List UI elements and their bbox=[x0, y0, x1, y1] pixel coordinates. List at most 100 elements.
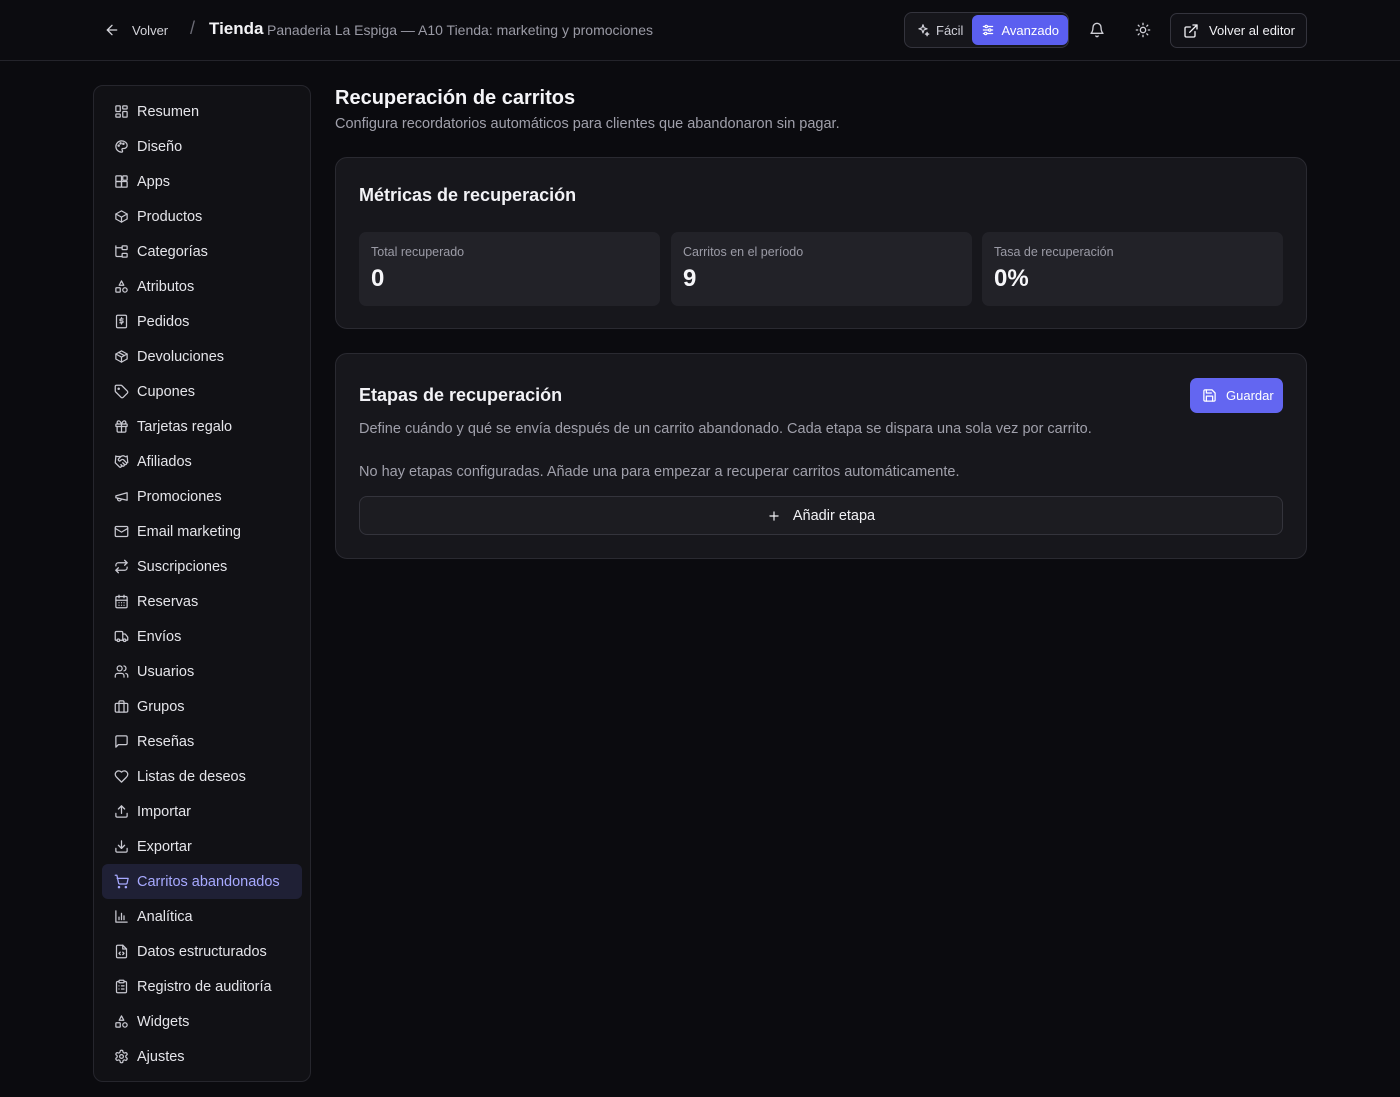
sidebar-item-importar[interactable]: Importar bbox=[102, 794, 302, 829]
sidebar-item-ajustes[interactable]: Ajustes bbox=[102, 1039, 302, 1074]
sidebar-item-grupos[interactable]: Grupos bbox=[102, 689, 302, 724]
sidebar-item-promociones[interactable]: Promociones bbox=[102, 479, 302, 514]
sliders-icon bbox=[983, 24, 994, 36]
sidebar-item-label: Reservas bbox=[137, 593, 199, 610]
sidebar-item-reservas[interactable]: Reservas bbox=[102, 584, 302, 619]
sidebar-item-label: Pedidos bbox=[137, 313, 190, 330]
sidebar-item-exportar[interactable]: Exportar bbox=[102, 829, 302, 864]
sidebar-item-label: Exportar bbox=[137, 838, 192, 855]
mode-advanced-button[interactable]: Avanzado bbox=[972, 15, 1069, 45]
sidebar-item-label: Usuarios bbox=[137, 663, 195, 680]
sidebar-item-label: Datos estructurados bbox=[137, 943, 267, 960]
sidebar-item-resenas[interactable]: Reseñas bbox=[102, 724, 302, 759]
receipt-icon bbox=[115, 314, 128, 329]
sidebar-item-categorias[interactable]: Categorías bbox=[102, 234, 302, 269]
back-label: Volver bbox=[132, 22, 169, 38]
apps-icon bbox=[115, 175, 128, 188]
back-button[interactable]: Volver bbox=[104, 19, 168, 41]
sidebar-item-label: Suscripciones bbox=[137, 558, 228, 575]
package-icon bbox=[115, 210, 128, 223]
gear-icon bbox=[115, 1049, 128, 1064]
groups-icon bbox=[114, 700, 129, 713]
notifications-button[interactable] bbox=[1085, 18, 1109, 42]
sidebar-item-label: Apps bbox=[137, 173, 171, 190]
save-button[interactable]: Guardar bbox=[1190, 378, 1283, 413]
sidebar-item-envios[interactable]: Envíos bbox=[102, 619, 302, 654]
app-title: Tienda bbox=[209, 19, 264, 38]
download-icon bbox=[115, 840, 128, 853]
sidebar-item-label: Atributos bbox=[137, 278, 195, 295]
metric-label: Tasa de recuperación bbox=[994, 245, 1114, 259]
breadcrumb-separator: / bbox=[190, 18, 196, 38]
sidebar-item-afiliados[interactable]: Afiliados bbox=[102, 444, 302, 479]
save-label: Guardar bbox=[1226, 388, 1274, 403]
sidebar-item-listas-de-deseos[interactable]: Listas de deseos bbox=[102, 759, 302, 794]
metric-value: 0 bbox=[371, 265, 385, 292]
sidebar-item-resumen[interactable]: Resumen bbox=[102, 94, 302, 129]
sparkles-icon bbox=[918, 24, 930, 37]
sidebar-nav: Resumen Diseño Apps Productos Categorías Atri… bbox=[93, 85, 311, 1082]
megaphone-icon bbox=[115, 492, 128, 502]
metric-label: Total recuperado bbox=[371, 245, 465, 259]
gift-icon bbox=[115, 420, 128, 433]
stages-description: Define cuándo y qué se envía después de … bbox=[359, 421, 1092, 437]
metrics-card-title: Métricas de recuperación bbox=[359, 185, 577, 205]
sidebar-item-label: Tarjetas regalo bbox=[137, 418, 233, 435]
metric-label: Carritos en el período bbox=[683, 245, 804, 259]
message-icon bbox=[115, 735, 128, 748]
sidebar-item-label: Reseñas bbox=[137, 733, 195, 750]
upload-icon bbox=[115, 805, 128, 818]
mode-easy-label: Fácil bbox=[936, 22, 964, 38]
sidebar-item-label: Productos bbox=[137, 208, 203, 225]
sidebar-item-label: Grupos bbox=[137, 698, 185, 715]
folder-tree-icon bbox=[115, 245, 128, 258]
palette-icon bbox=[115, 140, 128, 153]
add-stage-button[interactable]: Añadir etapa bbox=[359, 496, 1283, 535]
bell-icon bbox=[1090, 22, 1104, 38]
stages-empty-state: No hay etapas configuradas. Añade una pa… bbox=[359, 464, 960, 480]
page-description: Configura recordatorios automáticos para… bbox=[335, 116, 840, 132]
sidebar-item-label: Registro de auditoría bbox=[137, 978, 272, 995]
mode-easy-button[interactable]: Fácil bbox=[907, 15, 972, 45]
sidebar-item-label: Diseño bbox=[137, 138, 183, 155]
widgets-icon bbox=[115, 1015, 128, 1028]
sidebar-item-pedidos[interactable]: Pedidos bbox=[102, 304, 302, 339]
external-link-icon bbox=[1184, 23, 1198, 38]
metric-total-recovered: Total recuperado 0 bbox=[359, 232, 660, 306]
theme-toggle-button[interactable] bbox=[1131, 18, 1155, 42]
back-to-editor-button[interactable]: Volver al editor bbox=[1170, 13, 1307, 48]
plus-icon bbox=[769, 510, 779, 521]
sidebar-item-datos-estructurados[interactable]: Datos estructurados bbox=[102, 934, 302, 969]
mail-icon bbox=[114, 525, 129, 538]
sidebar-item-cupones[interactable]: Cupones bbox=[102, 374, 302, 409]
sidebar-item-productos[interactable]: Productos bbox=[102, 199, 302, 234]
truck-icon bbox=[114, 630, 129, 643]
sidebar-item-registro-de-auditoria[interactable]: Registro de auditoría bbox=[102, 969, 302, 1004]
sidebar-item-label: Categorías bbox=[137, 243, 208, 260]
sun-icon bbox=[1135, 22, 1151, 38]
sidebar-item-diseno[interactable]: Diseño bbox=[102, 129, 302, 164]
mode-toggle: Fácil Avanzado bbox=[904, 12, 1069, 48]
sidebar-item-widgets[interactable]: Widgets bbox=[102, 1004, 302, 1039]
calendar-icon bbox=[115, 594, 128, 609]
sidebar-item-suscripciones[interactable]: Suscripciones bbox=[102, 549, 302, 584]
handshake-icon bbox=[114, 455, 129, 468]
sidebar-item-usuarios[interactable]: Usuarios bbox=[102, 654, 302, 689]
back-to-editor-label: Volver al editor bbox=[1209, 23, 1295, 38]
sidebar-item-analitica[interactable]: Analítica bbox=[102, 899, 302, 934]
sidebar-item-apps[interactable]: Apps bbox=[102, 164, 302, 199]
metrics-card: Métricas de recuperación Total recuperad… bbox=[335, 157, 1307, 329]
sidebar-item-devoluciones[interactable]: Devoluciones bbox=[102, 339, 302, 374]
sidebar-item-label: Widgets bbox=[137, 1013, 190, 1030]
store-subtitle: Panaderia La Espiga — A10 Tienda: market… bbox=[267, 22, 654, 38]
sidebar-item-tarjetas-regalo[interactable]: Tarjetas regalo bbox=[102, 409, 302, 444]
clipboard-icon bbox=[115, 979, 128, 994]
sidebar-item-label: Devoluciones bbox=[137, 348, 225, 365]
mode-advanced-label: Avanzado bbox=[1001, 22, 1060, 38]
sidebar-item-atributos[interactable]: Atributos bbox=[102, 269, 302, 304]
heart-icon bbox=[114, 770, 129, 783]
metric-carts-in-period: Carritos en el período 9 bbox=[671, 232, 972, 306]
sidebar-item-label: Listas de deseos bbox=[137, 768, 246, 785]
sidebar-item-carritos-abandonados[interactable]: Carritos abandonados bbox=[102, 864, 302, 899]
sidebar-item-email-marketing[interactable]: Email marketing bbox=[102, 514, 302, 549]
